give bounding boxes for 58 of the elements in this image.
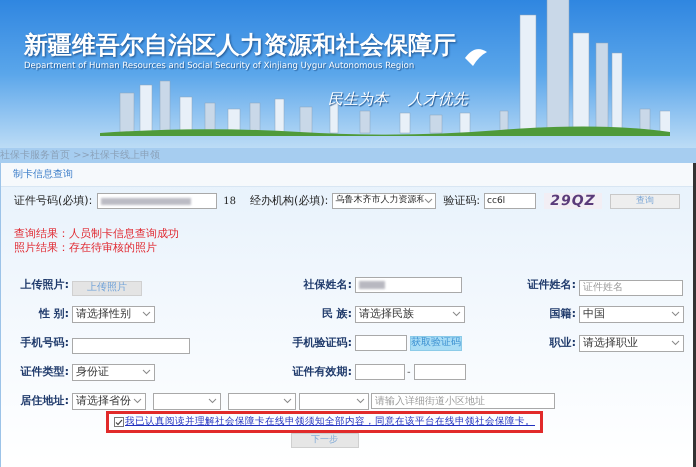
section-title: 制卡信息查询 <box>13 168 73 182</box>
range-separator: - <box>407 366 412 380</box>
id-number-field[interactable] <box>97 193 218 209</box>
site-subtitle: Department of Human Resources and Social Security of Xinjiang Uygur Autonomous Region <box>24 60 416 73</box>
field-label: 国籍: <box>548 306 577 322</box>
select-dropdown[interactable]: 请选择职业 <box>579 334 684 352</box>
captcha-label: 验证码: <box>443 192 480 209</box>
id-length-text: 18 <box>223 194 236 208</box>
redacted-value <box>359 281 385 289</box>
select-dropdown[interactable]: 中国 <box>579 306 684 322</box>
field-label: 职业: <box>548 334 577 351</box>
chevron-down-icon <box>356 398 365 404</box>
chevron-down-icon <box>671 311 680 317</box>
slogan-text: 人才优先 <box>408 89 468 110</box>
agency-select[interactable]: 乌鲁木齐市人力资源和 <box>332 193 436 209</box>
select-dropdown[interactable]: 请选择民族 <box>355 306 465 322</box>
checkbox[interactable] <box>114 417 124 427</box>
chevron-down-icon <box>133 398 142 404</box>
agency-label: 经办机构(必填): <box>250 192 328 209</box>
chevron-down-icon <box>208 398 217 404</box>
captcha-image: 29QZ <box>544 193 602 209</box>
street-address-field[interactable]: 请输入详细街道小区地址 <box>371 393 555 409</box>
slogan-text: 民生为本 <box>328 89 388 110</box>
field-label: 手机验证码: <box>292 334 353 351</box>
chevron-down-icon <box>142 311 151 317</box>
checkmark-icon <box>115 418 123 426</box>
field-label: 上传照片: <box>20 276 70 293</box>
name-field[interactable] <box>355 277 462 293</box>
text-field[interactable] <box>72 338 190 354</box>
select-dropdown[interactable] <box>228 392 296 410</box>
end-date-field[interactable] <box>414 364 466 380</box>
select-dropdown[interactable] <box>153 392 221 410</box>
sms-code-field[interactable] <box>355 335 407 351</box>
chevron-down-icon <box>283 398 292 404</box>
field-label: 社保姓名: <box>302 276 353 293</box>
result-message: 照片结果：存在待审核的照片 <box>14 241 158 255</box>
select-dropdown[interactable]: 请选择省份 <box>72 392 146 410</box>
field-label: 手机号码: <box>20 334 70 351</box>
select-dropdown[interactable]: 请选择性别 <box>72 306 155 322</box>
chevron-down-icon <box>424 198 434 204</box>
field-label: 性 别: <box>38 306 70 322</box>
captcha-field[interactable]: cc6l <box>484 193 536 209</box>
chevron-down-icon <box>452 311 461 317</box>
field-label: 民 族: <box>320 306 353 322</box>
field-label: 证件类型: <box>19 364 70 380</box>
field-label: 证件有效期: <box>291 364 353 380</box>
id-number-label: 证件号码(必填): <box>14 192 92 209</box>
select-dropdown[interactable]: 身份证 <box>72 364 155 380</box>
text-field[interactable]: 证件姓名 <box>579 280 683 296</box>
field-label: 居住地址: <box>20 392 70 409</box>
site-title: 新疆维吾尔自治区人力资源和社会保障厅 <box>24 30 456 60</box>
result-message: 查询结果：人员制卡信息查询成功 <box>14 227 180 241</box>
field-label: 证件姓名: <box>526 276 577 293</box>
select-dropdown[interactable] <box>299 392 369 410</box>
chevron-down-icon <box>671 340 680 346</box>
chevron-down-icon <box>142 369 151 375</box>
agreement-link[interactable]: 我已认真阅读并理解社会保障卡在线申领须知全部内容，同意在该平台在线申领社会保障卡。 <box>125 414 535 430</box>
start-date-field[interactable] <box>355 364 405 380</box>
